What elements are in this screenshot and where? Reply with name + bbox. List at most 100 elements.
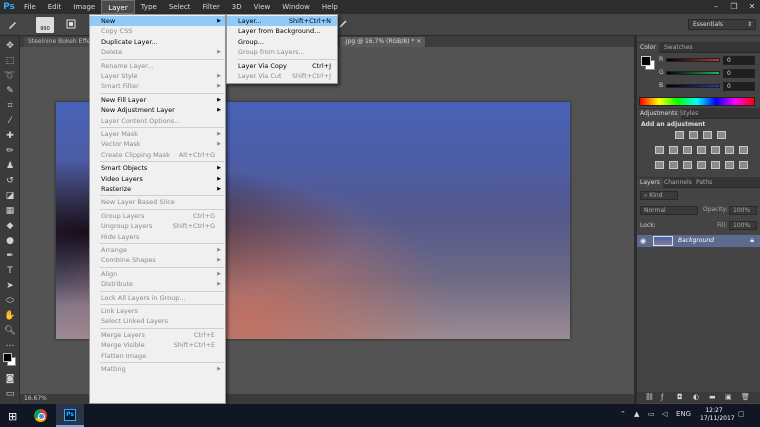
menu-item-matting[interactable]: Matting ▶ xyxy=(90,364,225,374)
adjustment-4-icon[interactable] xyxy=(717,131,726,139)
menu-item-ungroup-layers[interactable]: Ungroup Layers Shift+Ctrl+G xyxy=(90,221,225,231)
menu-item-new-layer-based-slice[interactable]: New Layer Based Slice xyxy=(90,197,225,207)
zoom-tool-icon[interactable]: 🔍︎ xyxy=(4,325,16,337)
quick-select-icon[interactable]: ✎ xyxy=(4,85,16,97)
menu-item-layer-mask[interactable]: Layer Mask ▶ xyxy=(90,129,225,139)
type-tool-icon[interactable]: T xyxy=(4,265,16,277)
input-language[interactable]: ENG xyxy=(676,410,691,418)
adjustment-14-icon[interactable] xyxy=(683,161,692,169)
brush-panel-icon[interactable] xyxy=(66,19,76,29)
menu-item-layer-via-copy[interactable]: Layer Via Copy Ctrl+J xyxy=(227,61,337,71)
fx-icon[interactable]: ƒ xyxy=(661,393,663,401)
menu-window[interactable]: Window xyxy=(276,0,316,14)
menu-item-group[interactable]: Group... xyxy=(227,37,337,47)
fill-input[interactable]: 100% xyxy=(729,221,757,230)
menu-item-hide-layers[interactable]: Hide Layers xyxy=(90,232,225,242)
menu-item-group-from-layers[interactable]: Group from Layers... xyxy=(227,47,337,57)
color-foreground-swatch[interactable] xyxy=(641,56,651,66)
menu-item-layer-content-options[interactable]: Layer Content Options... xyxy=(90,116,225,126)
new-layer-icon[interactable]: ▣ xyxy=(725,393,732,401)
menu-item-rasterize[interactable]: Rasterize ▶ xyxy=(90,184,225,194)
color-value-b[interactable]: 0 xyxy=(723,82,755,91)
adjustment-9-icon[interactable] xyxy=(711,146,720,154)
brush-tool-icon[interactable] xyxy=(8,19,18,29)
healing-brush-icon[interactable]: ✚ xyxy=(4,130,16,142)
workspace-selector[interactable]: Essentials ⇕ xyxy=(688,19,756,30)
menu-item-new-adjustment-layer[interactable]: New Adjustment Layer ▶ xyxy=(90,105,225,115)
folder-icon[interactable]: ▬ xyxy=(709,393,716,401)
chrome-icon[interactable] xyxy=(34,409,47,422)
battery-icon[interactable]: ▭ xyxy=(648,410,655,418)
menu-item-flatten-image[interactable]: Flatten Image xyxy=(90,351,225,361)
menu-item-align[interactable]: Align ▶ xyxy=(90,269,225,279)
adjustment-icon[interactable]: ◐ xyxy=(693,393,699,401)
adjustment-12-icon[interactable] xyxy=(655,161,664,169)
eye-icon[interactable]: ◉ xyxy=(640,237,646,245)
foreground-color-swatch[interactable] xyxy=(3,353,12,362)
clone-stamp-icon[interactable]: ♟ xyxy=(4,160,16,172)
system-clock[interactable]: 12:27 17/11/2017 xyxy=(700,407,735,423)
menu-item-delete[interactable]: Delete ▶ xyxy=(90,47,225,57)
pressure-size-icon[interactable] xyxy=(338,19,348,29)
move-tool-icon[interactable]: ✥ xyxy=(4,40,16,52)
menu-item-layer[interactable]: Layer... Shift+Ctrl+N xyxy=(227,16,337,26)
color-spectrum-bar[interactable] xyxy=(639,97,755,106)
menu-file[interactable]: File xyxy=(18,0,42,14)
menu-item-new-fill-layer[interactable]: New Fill Layer ▶ xyxy=(90,95,225,105)
adjustment-2-icon[interactable] xyxy=(689,131,698,139)
color-value-r[interactable]: 0 xyxy=(723,56,755,65)
screen-mode-icon[interactable]: ▭ xyxy=(4,388,16,400)
document-tab-active[interactable]: .jpg @ 16.7% (RGB/8) * × xyxy=(340,37,426,47)
adjustment-17-icon[interactable] xyxy=(725,161,734,169)
menu-item-smart-filter[interactable]: Smart Filter ▶ xyxy=(90,81,225,91)
menu-edit[interactable]: Edit xyxy=(42,0,68,14)
adjustment-3-icon[interactable] xyxy=(703,131,712,139)
close-button[interactable]: ✕ xyxy=(744,0,760,14)
menu-layer[interactable]: Layer xyxy=(101,0,135,14)
menu-select[interactable]: Select xyxy=(163,0,197,14)
menu-item-layer-style[interactable]: Layer Style ▶ xyxy=(90,71,225,81)
tab-styles[interactable]: Styles xyxy=(677,109,701,119)
color-slider-g[interactable] xyxy=(666,71,720,75)
opacity-input[interactable]: 100% xyxy=(729,206,757,215)
minimize-button[interactable]: – xyxy=(708,0,724,14)
menu-view[interactable]: View xyxy=(248,0,277,14)
lasso-tool-icon[interactable]: ➰ xyxy=(4,70,16,82)
close-tab-icon[interactable]: × xyxy=(416,38,421,45)
tab-layers[interactable]: Layers xyxy=(637,178,663,188)
dodge-tool-icon[interactable]: ● xyxy=(4,235,16,247)
shape-tool-icon[interactable]: ⬭ xyxy=(4,295,16,307)
menu-item-layer-via-cut[interactable]: Layer Via Cut Shift+Ctrl+J xyxy=(227,71,337,81)
adjustment-8-icon[interactable] xyxy=(697,146,706,154)
menu-item-smart-objects[interactable]: Smart Objects ▶ xyxy=(90,163,225,173)
network-icon[interactable]: ▲ xyxy=(634,410,639,418)
menu-item-lock-all-layers-in-group[interactable]: Lock All Layers in Group... xyxy=(90,293,225,303)
path-select-icon[interactable]: ➤ xyxy=(4,280,16,292)
history-brush-icon[interactable]: ↺ xyxy=(4,175,16,187)
color-slider-b[interactable] xyxy=(666,84,720,88)
brush-tool-icon[interactable]: ✏ xyxy=(4,145,16,157)
gradient-tool-icon[interactable]: ▦ xyxy=(4,205,16,217)
menu-item-merge-layers[interactable]: Merge Layers Ctrl+E xyxy=(90,330,225,340)
menu-item-select-linked-layers[interactable]: Select Linked Layers xyxy=(90,316,225,326)
menu-image[interactable]: Image xyxy=(67,0,101,14)
menu-item-video-layers[interactable]: Video Layers ▶ xyxy=(90,174,225,184)
menu-item-rename-layer[interactable]: Rename Layer... xyxy=(90,61,225,71)
menu-item-distribute[interactable]: Distribute ▶ xyxy=(90,279,225,289)
tab-paths[interactable]: Paths xyxy=(693,178,715,188)
menu-type[interactable]: Type xyxy=(135,0,163,14)
adjustment-7-icon[interactable] xyxy=(683,146,692,154)
marquee-tool-icon[interactable]: ⬚ xyxy=(4,55,16,67)
notifications-icon[interactable]: ▢ xyxy=(738,410,745,418)
menu-item-group-layers[interactable]: Group Layers Ctrl+G xyxy=(90,211,225,221)
windows-start-icon[interactable]: ⊞ xyxy=(8,410,17,423)
crop-tool-icon[interactable]: ⌗ xyxy=(4,100,16,112)
menu-help[interactable]: Help xyxy=(316,0,344,14)
mask-icon[interactable]: ◘ xyxy=(677,393,683,401)
menu-item-link-layers[interactable]: Link Layers xyxy=(90,306,225,316)
link-icon[interactable]: ⛓ xyxy=(645,393,654,401)
tray-chevron-icon[interactable]: ⌃ xyxy=(620,410,626,418)
tab-channels[interactable]: Channels xyxy=(661,178,695,188)
quick-mask-icon[interactable]: ◙ xyxy=(4,373,16,385)
adjustment-5-icon[interactable] xyxy=(655,146,664,154)
